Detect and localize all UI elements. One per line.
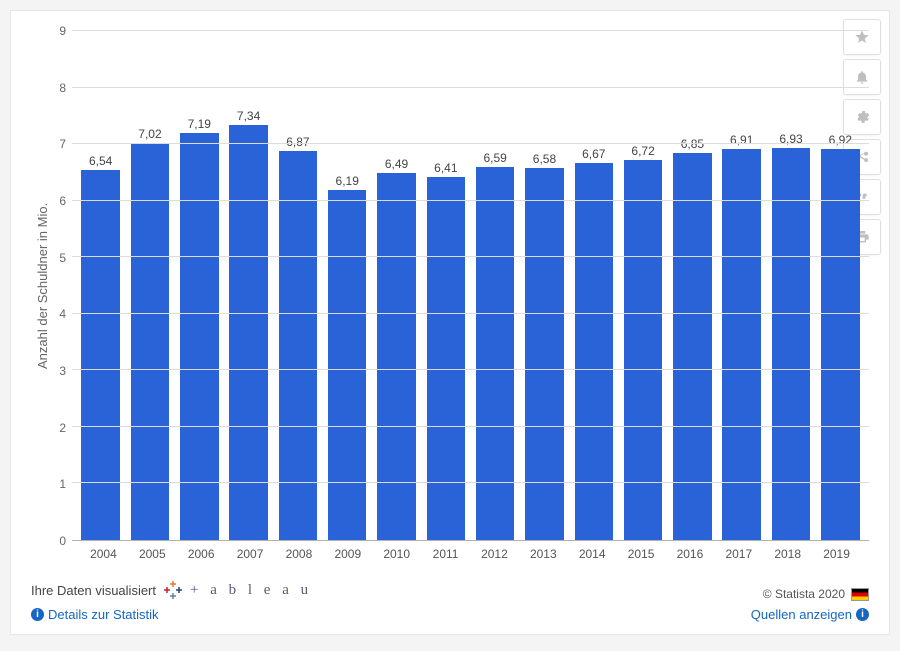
x-tick-label: 2012 [470, 547, 519, 561]
grid-line [72, 482, 869, 483]
x-axis-ticks: 2004200520062007200820092010201120122013… [31, 541, 869, 561]
bar-slot: 6,72 [618, 31, 667, 540]
x-tick-label: 2010 [372, 547, 421, 561]
bar[interactable] [377, 173, 415, 540]
bar-value-label: 6,54 [89, 154, 112, 168]
x-tick-label: 2006 [177, 547, 226, 561]
sources-link-label: Quellen anzeigen [751, 607, 852, 622]
x-tick-label: 2016 [666, 547, 715, 561]
bar-value-label: 6,92 [829, 133, 852, 147]
y-tick-label: 8 [59, 81, 66, 95]
y-axis-ticks: 0123456789 [50, 31, 72, 541]
bar-slot: 6,92 [816, 31, 865, 540]
bar-slot: 7,34 [224, 31, 273, 540]
bar[interactable] [328, 190, 366, 540]
bar-slot: 7,02 [125, 31, 174, 540]
details-link-label: Details zur Statistik [48, 607, 159, 622]
x-tick-label: 2017 [714, 547, 763, 561]
bar-value-label: 6,41 [434, 161, 457, 175]
bar-slot: 6,54 [76, 31, 125, 540]
bar-slot: 6,19 [323, 31, 372, 540]
grid-line [72, 30, 869, 31]
x-tick-label: 2018 [763, 547, 812, 561]
promo-line[interactable]: Ihre Daten visualisiert + a b l e a u [31, 579, 312, 601]
bar[interactable] [722, 149, 760, 540]
bar-slot: 6,59 [471, 31, 520, 540]
copyright-text: © Statista 2020 [763, 587, 845, 601]
chart-footer: Ihre Daten visualisiert + a b l e a u i … [31, 579, 869, 622]
bar[interactable] [476, 167, 514, 540]
sources-link[interactable]: Quellen anzeigen i [751, 607, 869, 622]
bar[interactable] [81, 170, 119, 540]
bar-value-label: 6,19 [336, 174, 359, 188]
y-axis-label: Anzahl der Schuldner in Mio. [31, 31, 50, 541]
bar-slot: 6,58 [520, 31, 569, 540]
bar[interactable] [821, 149, 859, 540]
info-icon: i [31, 608, 44, 621]
copyright-line: © Statista 2020 [763, 587, 869, 601]
bar-slot: 6,91 [717, 31, 766, 540]
y-tick-label: 5 [59, 251, 66, 265]
bar-slot: 7,19 [175, 31, 224, 540]
y-tick-label: 9 [59, 24, 66, 38]
grid-line [72, 256, 869, 257]
x-tick-label: 2004 [79, 547, 128, 561]
plot-area: 6,54 7,02 7,19 7,34 6,87 6,19 6,49 6,41 6,59 6,58… [72, 31, 869, 541]
bar[interactable] [180, 133, 218, 540]
bar-slot: 6,93 [766, 31, 815, 540]
bar-slot: 6,87 [273, 31, 322, 540]
x-tick-label: 2005 [128, 547, 177, 561]
chart-card: Anzahl der Schuldner in Mio. 0123456789 … [10, 10, 890, 635]
bar[interactable] [229, 125, 267, 540]
bar-slot: 6,49 [372, 31, 421, 540]
x-tick-label: 2007 [226, 547, 275, 561]
x-tick-label: 2013 [519, 547, 568, 561]
bar-slot: 6,41 [421, 31, 470, 540]
y-tick-label: 3 [59, 364, 66, 378]
bar-value-label: 6,67 [582, 147, 605, 161]
grid-line [72, 426, 869, 427]
x-tick-label: 2019 [812, 547, 861, 561]
bar-slot: 6,85 [668, 31, 717, 540]
bar[interactable] [131, 143, 169, 540]
tableau-wordmark: + a b l e a u [190, 582, 312, 599]
bar-value-label: 6,49 [385, 157, 408, 171]
grid-line [72, 143, 869, 144]
tableau-mark-icon [162, 579, 184, 601]
grid-line [72, 313, 869, 314]
x-tick-label: 2008 [275, 547, 324, 561]
y-tick-label: 1 [59, 477, 66, 491]
y-tick-label: 2 [59, 421, 66, 435]
y-tick-label: 0 [59, 534, 66, 548]
bar[interactable] [772, 148, 810, 540]
x-tick-label: 2011 [421, 547, 470, 561]
grid-line [72, 87, 869, 88]
grid-line [72, 369, 869, 370]
promo-text: Ihre Daten visualisiert [31, 583, 156, 598]
bar-value-label: 7,19 [188, 117, 211, 131]
details-link[interactable]: i Details zur Statistik [31, 607, 312, 622]
bar[interactable] [427, 177, 465, 540]
x-tick-label: 2014 [568, 547, 617, 561]
x-tick-label: 2015 [617, 547, 666, 561]
bar-value-label: 7,34 [237, 109, 260, 123]
y-tick-label: 7 [59, 137, 66, 151]
x-tick-label: 2009 [323, 547, 372, 561]
bar-value-label: 6,58 [533, 152, 556, 166]
bar-value-label: 6,91 [730, 133, 753, 147]
y-tick-label: 6 [59, 194, 66, 208]
chart-area: Anzahl der Schuldner in Mio. 0123456789 … [31, 31, 869, 541]
info-icon: i [856, 608, 869, 621]
grid-line [72, 200, 869, 201]
bar-value-label: 6,72 [631, 144, 654, 158]
bar-value-label: 6,59 [483, 151, 506, 165]
flag-icon [851, 588, 869, 601]
bar-value-label: 7,02 [138, 127, 161, 141]
bar[interactable] [525, 168, 563, 540]
y-tick-label: 4 [59, 307, 66, 321]
bar-slot: 6,67 [569, 31, 618, 540]
